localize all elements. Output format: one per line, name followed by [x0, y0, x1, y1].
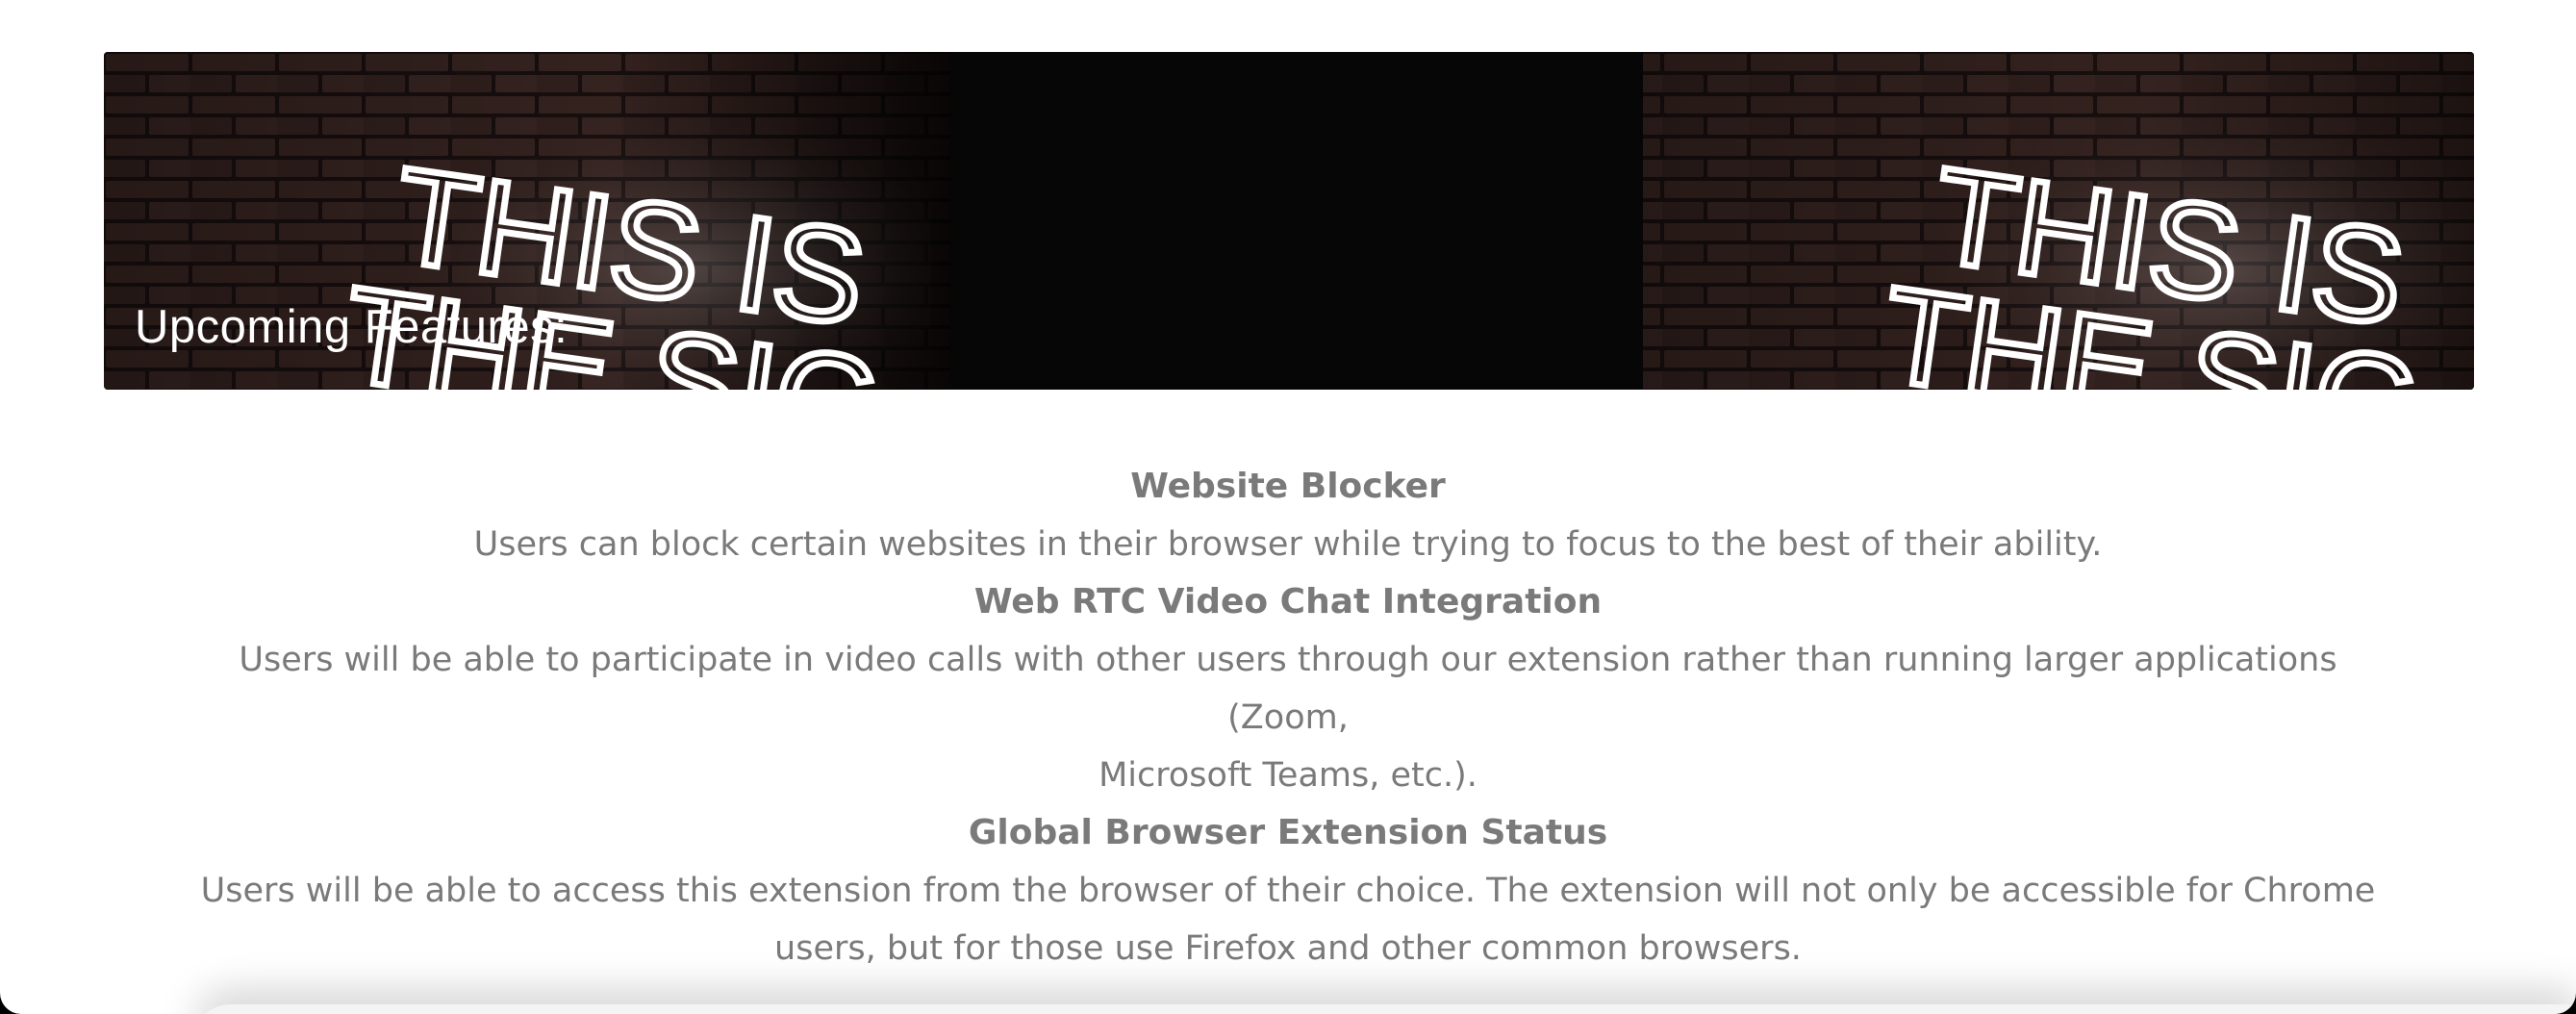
feature-title-global-status: Global Browser Extension Status: [968, 813, 1608, 852]
feature-desc-global-status-line1: Users will be able to access this extens…: [200, 872, 2376, 910]
features-banner: THIS IS THE SIG THIS IS THE SIG Upcoming…: [104, 52, 2474, 390]
feature-desc-global-status-line2: users, but for those use Firefox and oth…: [774, 929, 1802, 968]
feature-desc-website-blocker: Users can block certain websites in thei…: [473, 525, 2103, 564]
feature-desc-video-chat-line2: Microsoft Teams, etc.).: [1099, 756, 1477, 795]
feature-title-video-chat: Web RTC Video Chat Integration: [973, 582, 1603, 621]
page: THIS IS THE SIG THIS IS THE SIG Upcoming…: [0, 0, 2576, 1014]
feature-desc-video-chat-line1: Users will be able to participate in vid…: [239, 641, 2337, 737]
next-section-edge: [192, 1004, 2576, 1014]
features-list: Website Blocker Users can block certain …: [192, 458, 2384, 977]
banner-title: Upcoming Features:: [135, 301, 568, 353]
feature-title-website-blocker: Website Blocker: [1130, 467, 1446, 506]
